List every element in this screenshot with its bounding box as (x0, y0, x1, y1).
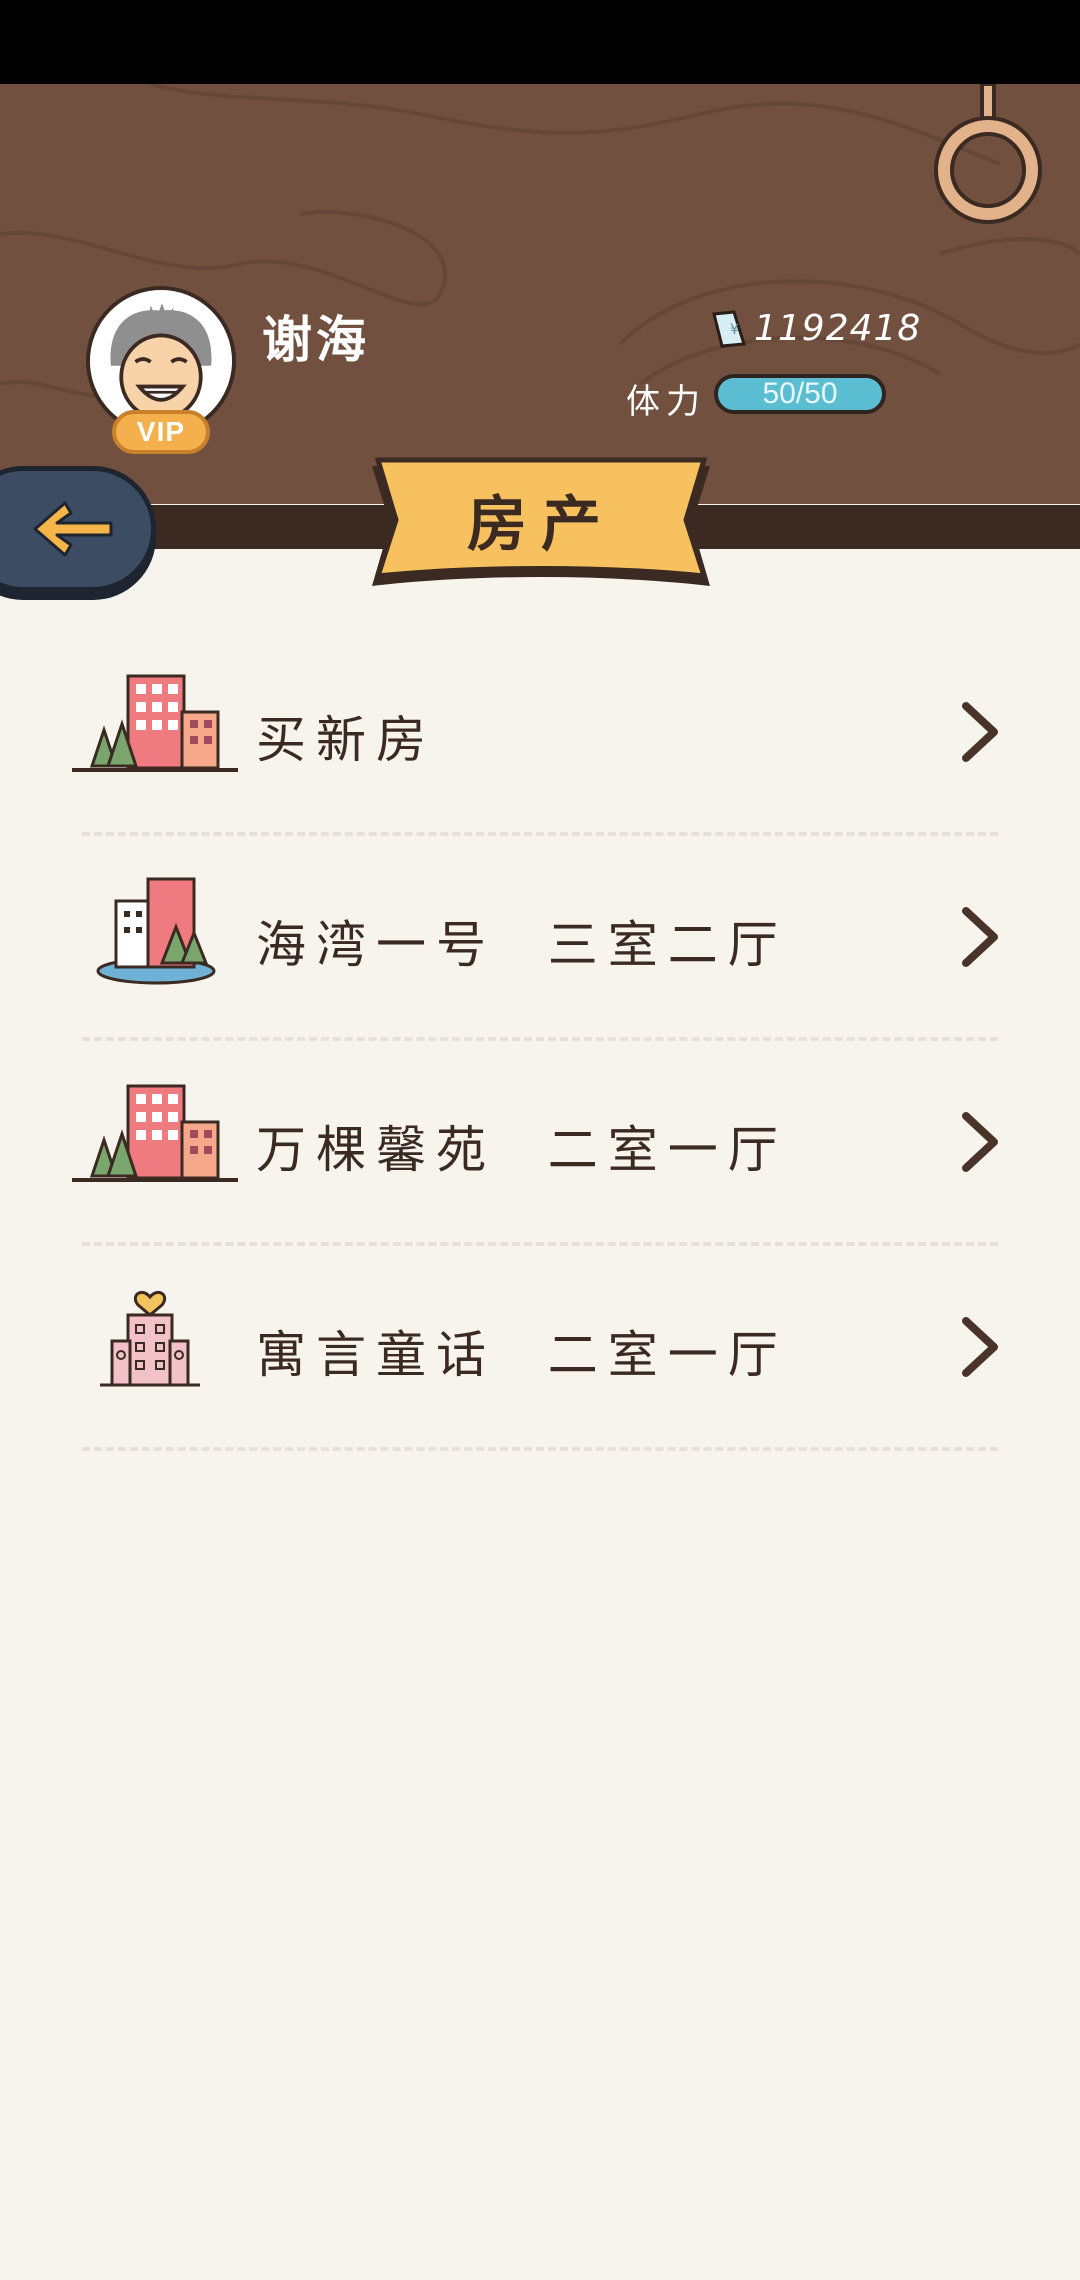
arrow-left-icon (33, 501, 113, 557)
chevron-right-icon (962, 1317, 998, 1377)
list-item-label: 海湾一号 三室二厅 (256, 916, 788, 974)
list-item-label: 寓言童话 二室一厅 (256, 1326, 788, 1384)
heart-building-icon (100, 1291, 200, 1387)
hanging-ring-icon[interactable] (930, 84, 1046, 224)
lake-buildings-icon (96, 877, 216, 985)
vip-badge: VIP (112, 410, 210, 454)
list-item-label: 万棵馨苑 二室一厅 (256, 1121, 788, 1179)
stamina-label: 体力 (626, 382, 706, 422)
list-item-buy-new-house[interactable]: 买新房 (0, 630, 1080, 836)
list-item-label: 买新房 (256, 711, 436, 769)
chevron-right-icon (962, 907, 998, 967)
page-title: 房产 (467, 490, 615, 560)
list-item-wanke-xinyuan[interactable]: 万棵馨苑 二室一厅 (0, 1040, 1080, 1246)
back-button[interactable] (0, 466, 156, 592)
player-name: 谢海 (262, 310, 370, 369)
divider (82, 1447, 998, 1451)
stamina-bar: 50/50 (714, 374, 886, 414)
stamina-value: 50/50 (762, 377, 838, 410)
svg-text:¥: ¥ (730, 322, 739, 338)
money-value: 1192418 (754, 308, 922, 349)
chevron-right-icon (962, 702, 998, 762)
status-bar (0, 0, 1080, 84)
list-item-fairy-tale[interactable]: 寓言童话 二室一厅 (0, 1245, 1080, 1451)
city-buildings-icon (72, 674, 238, 772)
list-item-bay-one[interactable]: 海湾一号 三室二厅 (0, 835, 1080, 1041)
banknote-icon: ¥ (712, 310, 746, 348)
chevron-right-icon (962, 1112, 998, 1172)
city-buildings-icon (72, 1084, 238, 1182)
